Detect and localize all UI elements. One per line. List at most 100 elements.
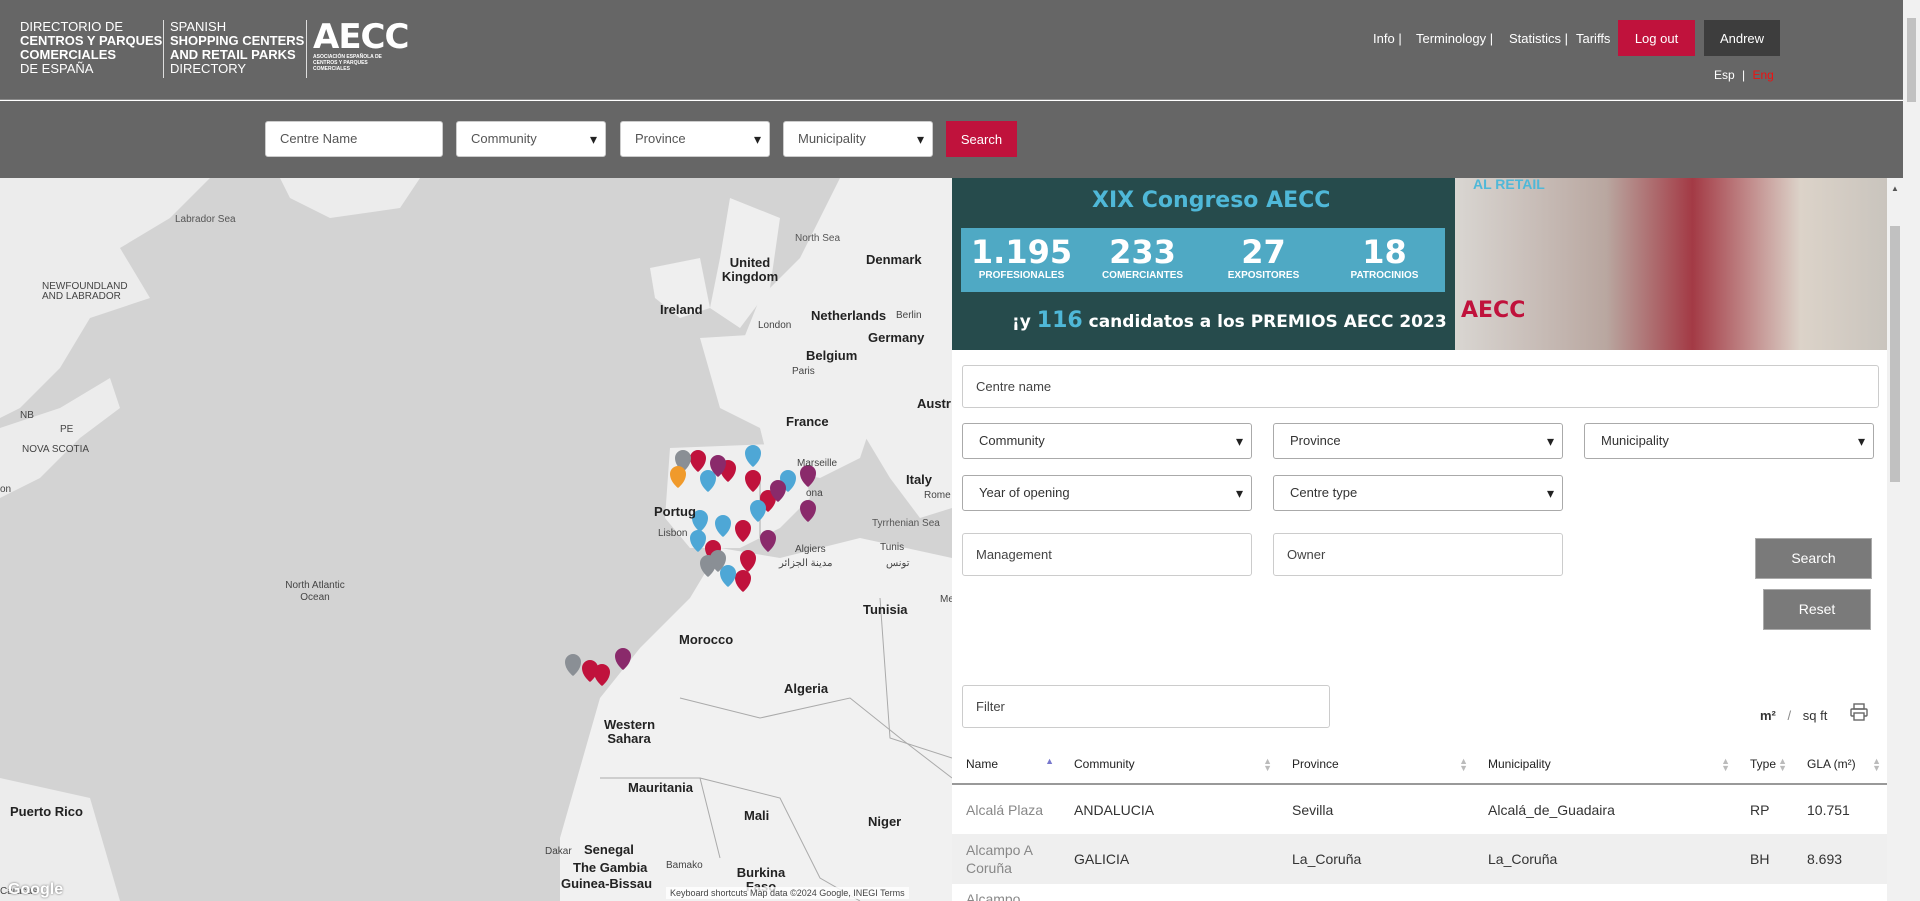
table-row[interactable]: Alcalá Plaza ANDALUCIA Sevilla Alcalá_de… — [952, 784, 1887, 834]
unit-m2[interactable]: m² — [1760, 708, 1776, 723]
nav-info-label: Info — [1373, 31, 1395, 46]
brand-es-line: DE ESPAÑA — [20, 61, 94, 76]
brand-es-line: COMERCIALES — [20, 47, 117, 62]
sort-icon: ▲ ▼ — [1872, 756, 1881, 773]
user-account-button[interactable]: Andrew — [1704, 20, 1780, 56]
map-label: تونس — [886, 558, 910, 569]
stat-number: 1.195 — [970, 233, 1073, 271]
map-label: Italy — [906, 472, 933, 487]
col-province[interactable]: Province ▲ ▼ — [1278, 745, 1474, 785]
cell-type — [1736, 884, 1793, 901]
panel-scrollbar[interactable]: ▲ — [1887, 178, 1903, 901]
municipality-filter-select[interactable]: Municipality — [1584, 423, 1874, 459]
aecc-logo[interactable]: AECC ASOCIACIÓN ESPAÑOLA DE CENTROS Y PA… — [306, 17, 409, 78]
banner-stat: 1.195 PROFESIONALES — [961, 234, 1082, 281]
map-label: North Atlantic Ocean — [285, 580, 345, 603]
unit-sqft[interactable]: sq ft — [1803, 708, 1828, 723]
map-label: Belgium — [806, 348, 858, 363]
nav-statistics-label: Statistics — [1509, 31, 1562, 46]
map-label: Algeria — [784, 681, 829, 696]
unit-toggle: m² / sq ft — [1760, 708, 1828, 723]
cell-name[interactable]: Alcalá Plaza — [952, 784, 1060, 834]
filter-search-button[interactable]: Search — [1755, 538, 1872, 579]
lang-en[interactable]: Eng — [1753, 68, 1774, 82]
col-community-label: Community — [1074, 757, 1135, 771]
map-label: NEWFOUNDLAND AND LABRADOR — [42, 281, 128, 302]
stat-number: 233 — [1109, 233, 1176, 271]
col-type[interactable]: Type ▲ ▼ — [1736, 745, 1793, 785]
sort-icon: ▲ ▼ — [1778, 756, 1787, 773]
directory-title-en[interactable]: SPANISH SHOPPING CENTERS AND RETAIL PARK… — [163, 20, 304, 78]
map-label: Paris — [792, 366, 815, 377]
map-markers[interactable] — [0, 178, 952, 901]
province-filter-select[interactable]: Province — [1273, 423, 1563, 459]
brand-en-line: SPANISH — [170, 19, 227, 34]
banner-tagline: ¡y 116 candidatos a los PREMIOS AECC 202… — [1012, 308, 1460, 333]
province-select[interactable]: Province — [620, 121, 770, 157]
community-select[interactable]: Community — [456, 121, 606, 157]
centre-name-filter-input[interactable]: Centre name — [962, 365, 1879, 408]
page-scrollbar-thumb[interactable] — [1907, 18, 1916, 102]
cell-municipality: La_Coruña — [1474, 834, 1736, 884]
cell-name[interactable]: Alcampo A Coruña — [952, 834, 1060, 884]
cell-gla: 8.693 — [1793, 834, 1887, 884]
banner-stat: 18 PATROCINIOS — [1324, 234, 1445, 281]
map-label: Marseille — [797, 458, 838, 469]
print-icon[interactable] — [1850, 703, 1868, 721]
filter-reset-button[interactable]: Reset — [1763, 589, 1871, 630]
map-label: France — [786, 414, 829, 429]
top-search-button[interactable]: Search — [946, 121, 1017, 157]
brand-en-line: SHOPPING CENTERS — [170, 33, 305, 48]
nav-terminology[interactable]: Terminology | — [1416, 31, 1493, 46]
photo-text: AL RETAIL — [1473, 178, 1545, 192]
year-of-opening-select[interactable]: Year of opening — [962, 475, 1252, 511]
panel-scrollbar-thumb[interactable] — [1890, 226, 1900, 482]
map-attribution[interactable]: Keyboard shortcuts Map data ©2024 Google… — [666, 887, 909, 899]
col-gla[interactable]: GLA (m²) ▲ ▼ — [1793, 745, 1887, 785]
col-name[interactable]: Name ▲ — [952, 745, 1060, 785]
cell-community — [1060, 884, 1278, 901]
nav-statistics[interactable]: Statistics | — [1509, 31, 1568, 46]
sort-icon: ▲ ▼ — [1263, 756, 1272, 773]
table-row[interactable]: Alcampo — [952, 884, 1887, 901]
table-filter-input[interactable]: Filter — [962, 685, 1330, 728]
col-community[interactable]: Community ▲ ▼ — [1060, 745, 1278, 785]
lang-es[interactable]: Esp — [1714, 68, 1735, 82]
promo-banner[interactable]: XIX Congreso AECC 1.195 PROFESIONALES 23… — [952, 178, 1887, 350]
col-municipality[interactable]: Municipality ▲ ▼ — [1474, 745, 1736, 785]
logout-button[interactable]: Log out — [1618, 20, 1695, 56]
logo-word: AECC — [313, 17, 409, 57]
tagline-number: 116 — [1036, 308, 1083, 333]
top-search-bar: Centre Name Community Province Municipal… — [0, 101, 1903, 178]
municipality-select[interactable]: Municipality — [783, 121, 933, 157]
cell-type: RP — [1750, 801, 1770, 818]
google-logo[interactable]: Google — [8, 881, 63, 899]
centre-type-select[interactable]: Centre type — [1273, 475, 1563, 511]
management-input[interactable]: Management — [962, 533, 1252, 576]
community-filter-select[interactable]: Community — [962, 423, 1252, 459]
map-view[interactable]: Labrador Sea NEWFOUNDLAND AND LABRADOR N… — [0, 178, 952, 901]
directory-title-es[interactable]: DIRECTORIO DE CENTROS Y PARQUES COMERCIA… — [20, 20, 162, 76]
map-label: Algiers — [795, 544, 826, 555]
stat-label: COMERCIANTES — [1101, 270, 1184, 281]
scroll-up-icon[interactable]: ▲ — [1891, 184, 1899, 193]
map-label: on — [0, 484, 12, 495]
col-name-label: Name — [966, 757, 999, 771]
map-label: North Sea — [795, 233, 841, 244]
banner-stats: 1.195 PROFESIONALES 233 COMERCIANTES 27 … — [961, 228, 1445, 292]
nav-info[interactable]: Info | — [1373, 31, 1402, 46]
owner-input[interactable]: Owner — [1273, 533, 1563, 576]
cell-gla — [1793, 884, 1887, 901]
map-label: Tunis — [880, 542, 905, 553]
table-header-row: Name ▲ Community ▲ ▼ Province ▲ ▼ Municipalit… — [952, 745, 1887, 785]
map-label: Germany — [868, 330, 925, 345]
brand-en-line: DIRECTORY — [170, 61, 247, 76]
cell-name[interactable]: Alcampo — [952, 884, 1060, 901]
map-label: Lisbon — [658, 528, 688, 539]
col-type-label: Type — [1750, 757, 1777, 771]
map-label: ona — [806, 488, 823, 499]
centre-name-input[interactable]: Centre Name — [265, 121, 443, 157]
page-scrollbar[interactable] — [1903, 0, 1920, 901]
nav-tariffs[interactable]: Tariffs — [1576, 31, 1610, 46]
table-row[interactable]: Alcampo A Coruña GALICIA La_Coruña La_Co… — [952, 834, 1887, 884]
